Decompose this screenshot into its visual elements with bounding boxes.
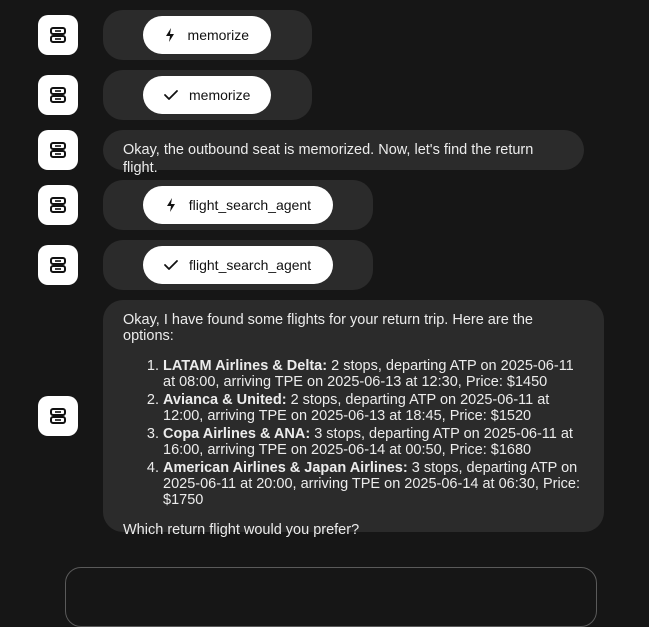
- tool-result-label: memorize: [189, 87, 251, 103]
- tool-call-pill[interactable]: memorize: [143, 16, 271, 54]
- message-row: memorize: [0, 10, 649, 60]
- assistant-message: Okay, I have found some flights for your…: [103, 300, 604, 538]
- message-composer[interactable]: [65, 567, 597, 627]
- bot-avatar: [38, 245, 78, 285]
- message-row: flight_search_agent: [0, 240, 649, 290]
- bot-avatar: [38, 75, 78, 115]
- flight-option: American Airlines & Japan Airlines: 3 st…: [163, 460, 584, 508]
- robot-icon: [50, 408, 66, 424]
- check-icon: [163, 87, 179, 103]
- robot-icon: [50, 142, 66, 158]
- bot-avatar: [38, 396, 78, 436]
- message-row: Okay, I have found some flights for your…: [0, 300, 649, 538]
- tool-call-bubble: memorize: [103, 10, 312, 60]
- tool-result-label: flight_search_agent: [189, 257, 312, 273]
- flight-option: Avianca & United: 2 stops, departing ATP…: [163, 392, 584, 424]
- bot-avatar: [38, 185, 78, 225]
- bot-avatar: [38, 130, 78, 170]
- lightning-icon: [163, 197, 179, 213]
- flight-option: Copa Airlines & ANA: 3 stops, departing …: [163, 426, 584, 458]
- message-outro: Which return flight would you prefer?: [123, 522, 360, 538]
- tool-call-pill[interactable]: flight_search_agent: [143, 186, 333, 224]
- tool-result-pill[interactable]: memorize: [143, 76, 271, 114]
- message-row: memorize: [0, 70, 649, 120]
- flight-option-airline: American Airlines & Japan Airlines:: [163, 460, 408, 476]
- robot-icon: [50, 27, 66, 43]
- flight-option-airline: Copa Airlines & ANA:: [163, 426, 311, 442]
- robot-icon: [50, 87, 66, 103]
- flight-option-airline: LATAM Airlines & Delta:: [163, 358, 328, 374]
- tool-result-bubble: flight_search_agent: [103, 240, 373, 290]
- message-row: flight_search_agent: [0, 180, 649, 230]
- flight-options-list: LATAM Airlines & Delta: 2 stops, departi…: [123, 358, 584, 508]
- tool-result-bubble: memorize: [103, 70, 312, 120]
- check-icon: [163, 257, 179, 273]
- tool-call-bubble: flight_search_agent: [103, 180, 373, 230]
- flight-option-airline: Avianca & United:: [163, 392, 287, 408]
- assistant-message: Okay, the outbound seat is memorized. No…: [103, 130, 584, 176]
- message-row: Okay, the outbound seat is memorized. No…: [0, 130, 649, 176]
- robot-icon: [50, 197, 66, 213]
- tool-call-label: memorize: [187, 27, 249, 43]
- flight-option: LATAM Airlines & Delta: 2 stops, departi…: [163, 358, 584, 390]
- tool-call-label: flight_search_agent: [188, 197, 311, 213]
- bot-avatar: [38, 15, 78, 55]
- assistant-message-text: Okay, the outbound seat is memorized. No…: [123, 142, 534, 176]
- tool-result-pill[interactable]: flight_search_agent: [143, 246, 333, 284]
- message-intro: Okay, I have found some flights for your…: [123, 312, 533, 344]
- robot-icon: [50, 257, 66, 273]
- lightning-icon: [163, 27, 178, 43]
